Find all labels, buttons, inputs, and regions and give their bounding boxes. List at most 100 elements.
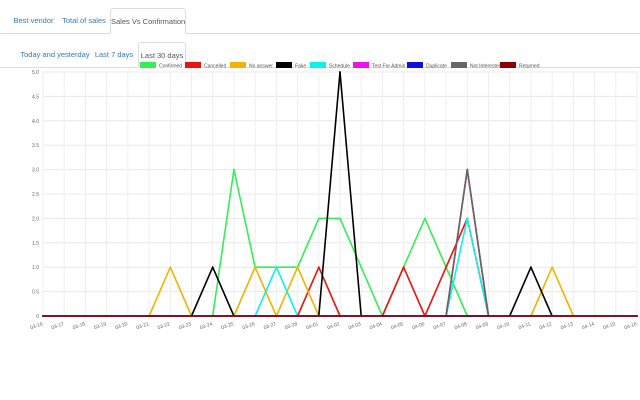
x-tick-label: 03-18	[72, 321, 86, 331]
y-tick-label: 4.5	[32, 94, 39, 100]
tab-sales-vs-confirmation[interactable]: Sales Vs Confirmation	[110, 8, 186, 34]
y-tick-label: 2.5	[32, 192, 39, 198]
line-chart: 0 0.5 1.0 1.5 2.0 2.5 3.0 3.5 4.0 4.5 5.0 03-16 03-1…	[30, 62, 638, 331]
x-tick-label: 03-16	[30, 321, 44, 331]
data-point	[339, 217, 341, 220]
data-point	[466, 217, 469, 220]
data-point	[42, 315, 44, 317]
report-tabs: Best vendor Total of sales Sales Vs Conf…	[0, 0, 640, 34]
x-tick-label: 03-27	[263, 321, 277, 331]
data-point	[169, 266, 172, 269]
legend-swatch	[185, 62, 201, 68]
data-point	[530, 266, 532, 269]
x-tick-label: 04-05	[390, 321, 404, 331]
data-point	[402, 315, 405, 317]
data-point	[445, 315, 447, 317]
legend-swatch	[140, 62, 156, 68]
data-point	[275, 266, 278, 269]
x-tick-label: 04-12	[539, 321, 553, 331]
x-tick-label: 04-08	[454, 321, 468, 331]
data-point	[423, 217, 426, 220]
x-tick-label: 04-10	[496, 321, 510, 331]
data-point	[296, 266, 299, 269]
data-point	[233, 315, 235, 317]
x-tick-label: 04-01	[305, 321, 319, 331]
legend-swatch	[500, 62, 516, 68]
data-point	[211, 266, 214, 269]
x-tick-label: 03-17	[51, 321, 65, 331]
data-point	[572, 315, 575, 317]
x-tick-label: 04-16	[624, 321, 638, 331]
legend-swatch	[276, 62, 292, 68]
x-tick-label: 04-02	[327, 321, 341, 331]
data-point	[423, 315, 426, 317]
legend-label: Test For Admin	[372, 63, 406, 69]
legend-label: Fake	[295, 63, 306, 69]
legend-label: Schedule	[329, 63, 350, 69]
data-point	[317, 217, 320, 220]
data-point	[551, 266, 554, 269]
x-tick-label: 03-19	[93, 321, 107, 331]
legend-label: Confirmed	[159, 63, 182, 69]
x-tick-label: 03-28	[284, 321, 298, 331]
data-point	[466, 315, 469, 317]
data-point	[593, 315, 596, 317]
legend-swatch	[407, 62, 423, 68]
x-tick-label: 04-06	[411, 321, 425, 331]
x-tick-label: 03-23	[178, 321, 192, 331]
data-point	[63, 315, 66, 317]
data-point	[169, 315, 172, 317]
x-tick-label: 03-24	[199, 321, 213, 331]
x-tick-label: 04-04	[369, 321, 383, 331]
tab-best-vendor[interactable]: Best vendor	[6, 8, 61, 33]
data-point	[636, 315, 638, 317]
x-tick-label: 03-21	[136, 321, 150, 331]
legend-label: No answer	[249, 63, 273, 69]
data-point	[339, 71, 341, 73]
legend-swatch	[451, 62, 467, 68]
data-point	[211, 315, 214, 317]
data-point	[445, 266, 447, 269]
data-point	[530, 315, 532, 317]
data-point	[275, 315, 278, 317]
data-point	[508, 315, 511, 317]
data-point	[551, 315, 554, 317]
x-tick-label: 03-26	[242, 321, 256, 331]
data-point	[233, 168, 235, 171]
legend-swatch	[230, 62, 246, 68]
y-tick-label: 1.0	[32, 265, 39, 271]
x-tick-label: 03-20	[114, 321, 128, 331]
data-point	[317, 266, 320, 269]
data-point	[339, 315, 341, 317]
x-tick-label: 04-03	[348, 321, 362, 331]
data-point	[360, 315, 363, 317]
x-tick-label: 04-07	[433, 321, 447, 331]
data-point	[148, 315, 150, 317]
data-point	[360, 266, 363, 269]
y-tick-label: 0	[36, 314, 39, 320]
data-point	[254, 266, 257, 269]
data-point	[84, 315, 87, 317]
data-point	[126, 315, 129, 317]
data-point	[105, 315, 108, 317]
tab-total-of-sales[interactable]: Total of sales	[58, 8, 110, 33]
y-tick-label: 2.0	[32, 216, 39, 222]
x-tick-label: 03-25	[221, 321, 235, 331]
y-tick-label: 5.0	[32, 70, 39, 76]
data-point	[381, 315, 384, 317]
data-point	[296, 315, 299, 317]
y-tick-label: 1.5	[32, 241, 39, 247]
x-tick-label: 04-09	[475, 321, 489, 331]
data-point	[190, 315, 193, 317]
x-tick-label: 04-11	[518, 321, 532, 331]
data-point	[402, 266, 405, 269]
y-tick-label: 0.5	[32, 290, 39, 296]
y-tick-label: 3.0	[32, 168, 39, 174]
data-point	[614, 315, 617, 317]
data-point	[466, 168, 469, 171]
y-tick-label: 3.5	[32, 143, 39, 149]
x-tick-label: 04-15	[602, 321, 616, 331]
legend-swatch	[353, 62, 369, 68]
legend-label: Not Interested	[470, 63, 502, 69]
legend-label: Duplicate	[426, 63, 447, 69]
